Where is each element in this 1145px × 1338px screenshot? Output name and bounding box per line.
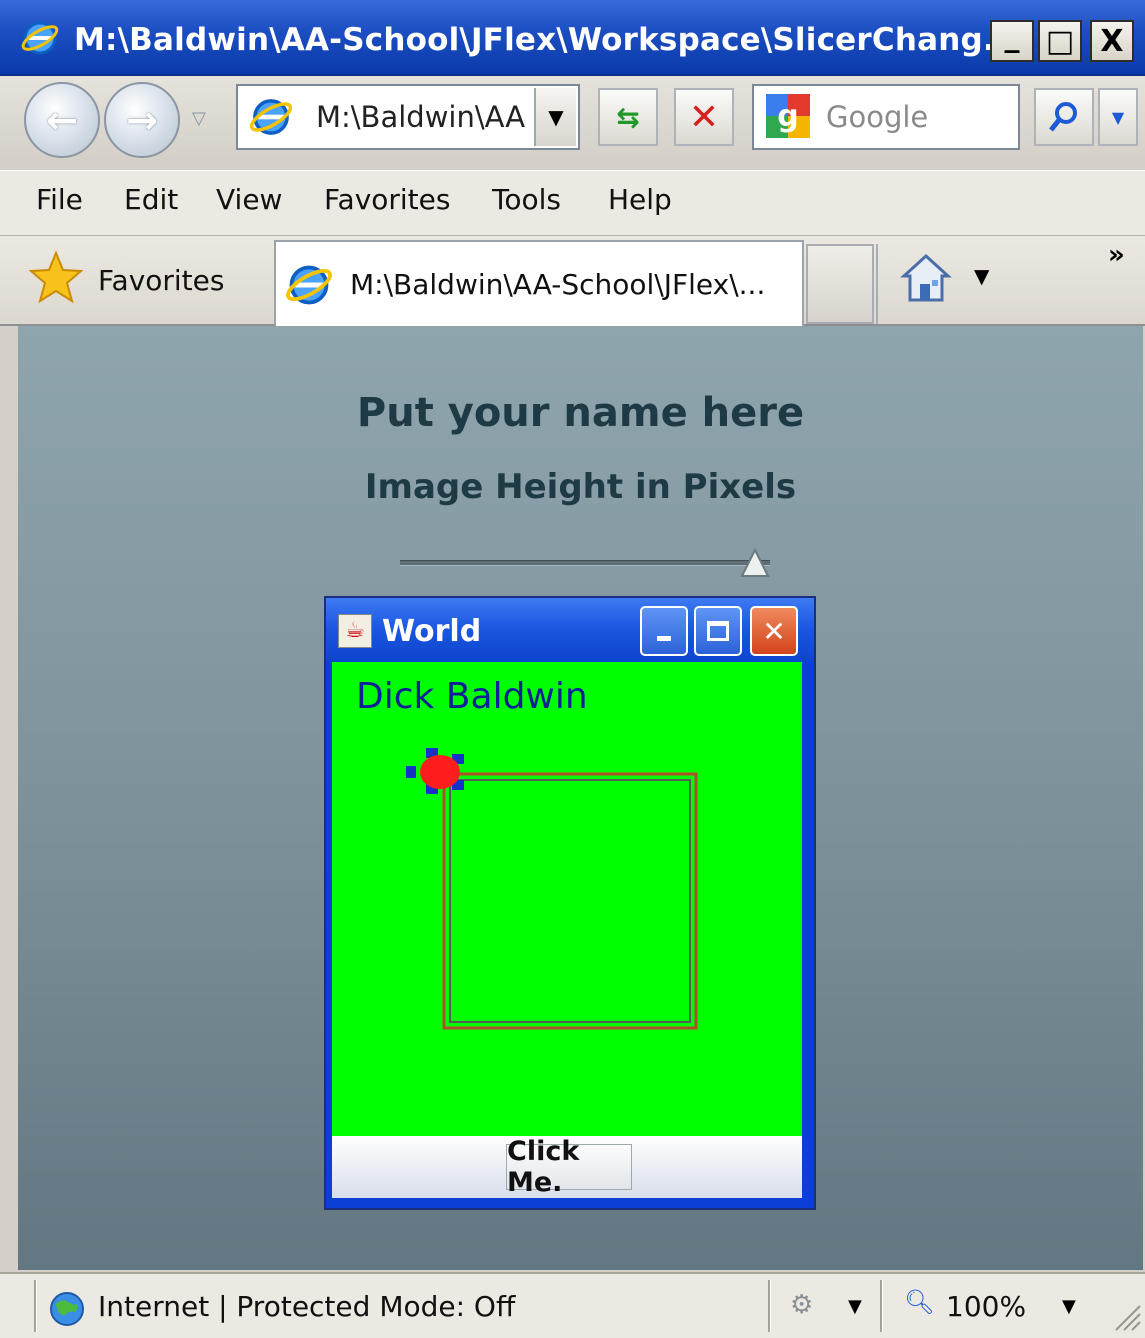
picture-frame-inner [449,779,691,1023]
chevron-down-icon: ▼ [1111,107,1125,127]
maximize-button[interactable]: □ [1038,20,1082,62]
tab-ie-icon [286,265,332,305]
search-icon [1049,102,1077,132]
add-ons-icon[interactable]: ⚙ [790,1290,813,1320]
menu-view[interactable]: View [216,183,282,216]
author-name-label: Dick Baldwin [356,676,588,717]
image-height-slider-track[interactable] [400,560,770,566]
menu-file[interactable]: File [36,183,83,216]
java-close-button[interactable]: ✕ [750,606,798,656]
refresh-icon: ⇆ [616,100,640,134]
minimize-icon [657,635,671,641]
close-icon: ✕ [762,614,786,648]
java-maximize-button[interactable] [694,606,742,656]
home-dropdown-icon[interactable]: ▼ [974,264,989,288]
add-ons-dropdown-icon[interactable]: ▼ [848,1296,862,1317]
close-button[interactable]: X [1090,20,1134,62]
picture-frame-outer [442,772,698,1030]
close-icon: X [1100,23,1124,59]
home-icon[interactable] [898,250,954,306]
tab-title: M:\Baldwin\AA-School\JFlex\... [350,268,766,301]
zoom-dropdown-icon[interactable]: ▼ [1062,1296,1076,1317]
more-tools-chevron-icon[interactable]: » [1108,240,1125,270]
zoom-level[interactable]: 100% [946,1290,1026,1323]
back-arrow-icon: ← [46,98,78,142]
java-window-title: World [382,614,482,649]
internet-globe-icon [50,1292,84,1326]
favorites-button[interactable]: Favorites [98,264,224,297]
google-icon: g [766,94,810,138]
minimize-icon: _ [1004,18,1020,54]
address-text[interactable]: M:\Baldwin\AA [316,100,525,134]
java-minimize-button[interactable] [640,606,688,656]
favorites-star-icon [28,250,84,304]
zoom-icon[interactable]: 🔍︎ [904,1288,934,1316]
status-divider [768,1280,771,1332]
menu-favorites[interactable]: Favorites [324,183,450,216]
search-button[interactable] [1034,88,1094,146]
search-options-dropdown[interactable]: ▼ [1098,88,1138,146]
page-subheading: Image Height in Pixels [364,467,797,507]
maximize-icon [707,621,729,641]
toolbar-divider [876,244,878,324]
back-button[interactable]: ← [24,82,100,158]
refresh-button[interactable]: ⇆ [598,88,658,146]
search-input[interactable]: Google [826,100,928,134]
menu-edit[interactable]: Edit [124,183,178,216]
click-me-button[interactable]: Click Me. [506,1136,632,1198]
status-divider [880,1280,883,1332]
forward-button[interactable]: → [104,82,180,158]
status-divider [34,1280,37,1332]
turtle-and-picture-frame [406,748,698,1030]
address-dropdown-button[interactable]: ▼ [534,88,576,146]
new-tab-button[interactable] [806,244,874,324]
stop-icon: ✕ [688,96,720,138]
resize-grip-icon[interactable] [1110,1300,1142,1332]
slider-thumb[interactable] [740,548,770,578]
internet-explorer-icon [21,21,59,55]
menu-tools[interactable]: Tools [492,183,561,216]
forward-arrow-icon: → [126,98,158,142]
turtle-icon [406,748,464,794]
minimize-button[interactable]: _ [990,18,1034,62]
svg-text:g: g [777,99,798,134]
stop-button[interactable]: ✕ [674,88,734,146]
page-ie-icon [249,99,293,135]
chevron-down-icon: ▼ [548,105,564,129]
security-zone-status[interactable]: Internet | Protected Mode: Off [98,1290,515,1323]
java-cup-icon: ☕ [338,614,372,648]
recent-pages-dropdown-icon[interactable]: ▽ [192,108,206,129]
page-heading: Put your name here [356,390,805,436]
browser-title-text: M:\Baldwin\AA-School\JFlex\Workspace\Sli… [74,22,1019,58]
maximize-icon: □ [1045,23,1075,59]
menu-help[interactable]: Help [608,183,672,216]
